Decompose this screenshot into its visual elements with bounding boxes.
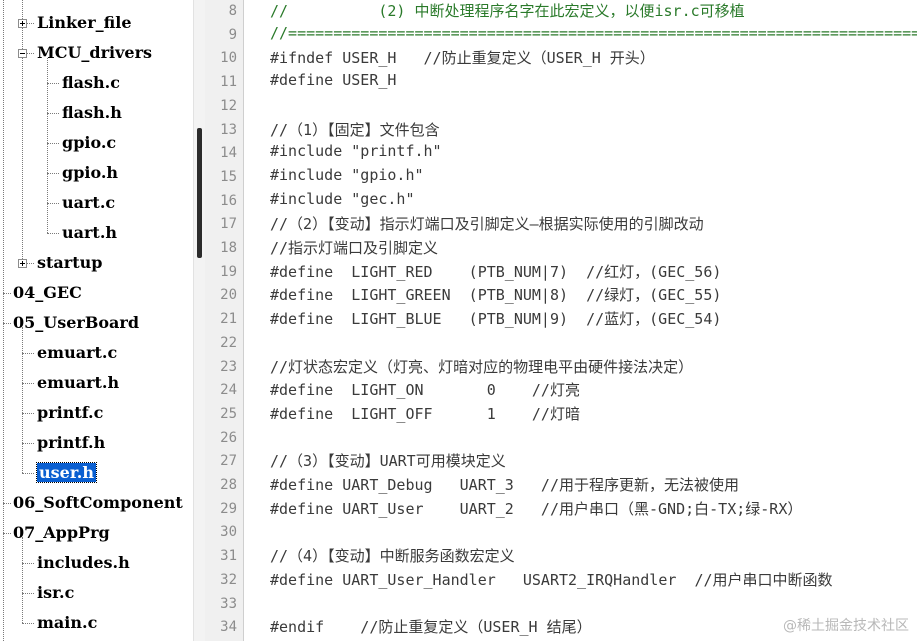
tree-item[interactable]: flash.h (62, 98, 122, 128)
tree-item[interactable]: uart.h (62, 218, 117, 248)
code-line: //（3）【变动】UART可用模块定义 (270, 452, 506, 471)
code-editor[interactable]: // (2) 中断处理程序名字在此宏定义，以便isr.c可移植 //=======… (244, 0, 917, 641)
line-number: 14 (220, 145, 237, 162)
expand-plus-icon[interactable] (18, 19, 27, 28)
tree-item[interactable]: emuart.c (37, 338, 117, 368)
code-line: #define LIGHT_ON 0 //灯亮 (270, 381, 580, 400)
tree-item[interactable]: includes.h (37, 548, 130, 578)
tree-item[interactable]: Linker_file (37, 8, 132, 38)
tree-item-label: uart.c (62, 193, 116, 212)
line-number: 8 (228, 3, 237, 19)
tree-item[interactable]: flash.c (62, 68, 120, 98)
code-line: #ifndef USER_H //防止重复定义（USER_H 开头） (270, 49, 655, 68)
tree-item-label: flash.h (62, 103, 122, 122)
tree-item-label: uart.h (62, 223, 118, 242)
tree-item-label: flash.c (62, 73, 120, 92)
tree-item[interactable]: gpio.h (62, 158, 118, 188)
code-line: //指示灯端口及引脚定义 (270, 239, 439, 257)
line-number: 21 (220, 311, 237, 328)
line-number: 33 (220, 595, 237, 612)
code-line: #define LIGHT_OFF 1 //灯暗 (270, 404, 580, 423)
file-tree-panel: Linker_file MCU_drivers flash.c flash.h gpio… (0, 0, 193, 641)
tree-item[interactable]: main.c (37, 608, 97, 638)
line-number: 26 (220, 429, 237, 446)
tree-item-label: 07_AppPrg (13, 523, 110, 542)
code-line: //（4）【变动】中断服务函数宏定义 (270, 547, 515, 566)
tree-item[interactable]: 07_AppPrg (13, 518, 110, 548)
code-line: //======================================… (270, 23, 917, 42)
line-number: 34 (220, 619, 237, 636)
tree-item-label: Linker_file (37, 13, 132, 32)
tree-item[interactable]: 04_GEC (13, 278, 82, 308)
line-number: 18 (220, 240, 237, 256)
tree-item-label: 06_SoftComponent (13, 493, 183, 512)
tree-item-label: emuart.h (37, 373, 120, 392)
tree-scrollbar-thumb[interactable] (197, 128, 202, 258)
line-number: 30 (220, 524, 237, 541)
tree-item[interactable]: user.h (36, 458, 97, 488)
line-number: 25 (220, 405, 237, 422)
tree-item[interactable]: startup (37, 248, 102, 278)
line-number: 24 (220, 382, 237, 399)
code-line: //（2）【变动】指示灯端口及引脚定义—根据实际使用的引脚改动 (270, 215, 704, 234)
tree-item[interactable]: 05_UserBoard (13, 308, 139, 338)
code-line: //灯状态宏定义（灯亮、灯暗对应的物理电平由硬件接法决定） (270, 357, 694, 376)
line-number: 32 (220, 571, 237, 588)
expand-plus-icon[interactable] (18, 259, 27, 268)
tree-item[interactable]: isr.c (37, 578, 74, 608)
code-line: #include "gpio.h" (270, 165, 424, 184)
tree-item[interactable]: printf.c (37, 398, 103, 428)
tree-item[interactable]: uart.c (62, 188, 115, 218)
collapse-minus-icon[interactable] (18, 49, 27, 58)
tree-item[interactable]: gpio.c (62, 128, 116, 158)
tree-item[interactable]: emuart.h (37, 368, 119, 398)
tree-item-label: emuart.c (37, 343, 118, 362)
line-number: 22 (220, 334, 237, 351)
tree-item-label: 05_UserBoard (13, 313, 140, 332)
code-line: //（1）【固定】文件包含 (270, 120, 440, 139)
line-number: 23 (220, 358, 237, 375)
line-number: 29 (220, 500, 237, 517)
tree-item-label: 04_GEC (13, 283, 82, 302)
line-number: 20 (220, 287, 237, 304)
tree-item-label: gpio.c (62, 133, 117, 152)
tree-item-label: gpio.h (62, 163, 119, 182)
tree-item-label: MCU_drivers (37, 43, 153, 62)
code-line: #define USER_H (270, 71, 397, 90)
tree-item-label: includes.h (37, 553, 130, 572)
line-number-gutter: 8 9 10 11 12 13 14 15 16 17 18 19 20 21 22 23 24 25 26 27 28… (205, 0, 244, 641)
tree-item[interactable]: MCU_drivers (37, 38, 152, 68)
tree-item-label: printf.h (37, 433, 106, 452)
line-number: 9 (228, 26, 237, 43)
code-line: #define LIGHT_RED (PTB_NUM|7) //红灯，(GEC_… (270, 262, 722, 281)
line-number: 11 (220, 74, 237, 91)
line-number: 15 (220, 168, 237, 185)
line-number: 27 (220, 453, 237, 470)
code-line: #include "printf.h" (270, 142, 442, 161)
code-line: #define LIGHT_BLUE (PTB_NUM|9) //蓝灯，(GEC… (270, 310, 722, 329)
line-number: 19 (220, 263, 237, 280)
tree-item-label: isr.c (37, 583, 75, 602)
line-number: 10 (220, 50, 237, 67)
tree-item[interactable]: 06_SoftComponent (13, 488, 183, 518)
code-line: #define LIGHT_GREEN (PTB_NUM|8) //绿灯，(GE… (270, 286, 722, 305)
code-line: #endif //防止重复定义（USER_H 结尾） (270, 618, 592, 637)
line-number: 31 (220, 548, 237, 565)
code-line: #include "gec.h" (270, 189, 415, 208)
code-line: // (2) 中断处理程序名字在此宏定义，以便isr.c可移植 (270, 2, 745, 20)
tree-item-label: user.h (36, 462, 97, 483)
code-line: #define UART_User_Handler USART2_IRQHand… (270, 570, 833, 589)
watermark: @稀土掘金技术社区 (783, 618, 909, 634)
tree-item[interactable]: printf.h (37, 428, 105, 458)
line-number: 13 (220, 121, 237, 138)
tree-item-label: main.c (37, 613, 98, 632)
code-line: #define UART_Debug UART_3 //用于程序更新，无法被使用 (270, 476, 739, 494)
line-number: 28 (220, 477, 237, 493)
code-line: #define UART_User UART_2 //用户串口（黑-GND;白-… (270, 499, 803, 518)
line-number: 16 (220, 192, 237, 209)
line-number: 12 (220, 97, 237, 114)
line-number: 17 (220, 216, 237, 233)
tree-item-label: printf.c (37, 403, 104, 422)
tree-item-label: startup (37, 253, 103, 272)
